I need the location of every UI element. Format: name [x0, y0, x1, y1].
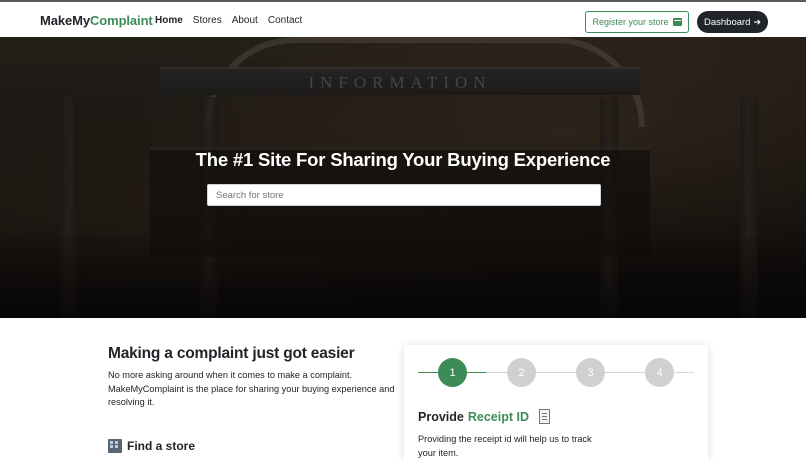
hero-banner: INFORMATION The #1 Site For Sharing Your…	[0, 37, 806, 318]
step-2[interactable]: 2	[507, 358, 536, 387]
dashboard-button[interactable]: Dashboard ➔	[697, 11, 768, 33]
section-heading: Making a complaint just got easier	[108, 345, 355, 362]
step-1[interactable]: 1	[438, 358, 467, 387]
step-title-prefix: Provide	[418, 409, 464, 424]
nav-links: Home Stores About Contact	[155, 15, 302, 26]
hero-overlay	[0, 37, 806, 318]
navbar: MakeMyComplaint Home Stores About Contac…	[0, 2, 806, 37]
building-icon	[108, 439, 122, 453]
register-store-label: Register your store	[592, 17, 669, 27]
nav-link-home[interactable]: Home	[155, 15, 183, 26]
nav-link-about[interactable]: About	[232, 15, 258, 26]
section-description: No more asking around when it comes to m…	[108, 370, 395, 407]
nav-link-contact[interactable]: Contact	[268, 15, 302, 26]
brand-name-part2: Complaint	[89, 13, 153, 28]
sign-in-icon: ➔	[753, 16, 762, 27]
dashboard-label: Dashboard	[703, 16, 751, 28]
register-store-button[interactable]: Register your store	[585, 11, 689, 33]
step-title-accent: Receipt ID	[467, 409, 529, 424]
steps-card: 1 2 3 4 Provide Receipt ID Providing the…	[404, 345, 708, 459]
brand-name-part1: MakeMy	[40, 13, 90, 28]
step-3[interactable]: 3	[576, 358, 605, 387]
find-store-label: Find a store	[127, 439, 196, 453]
receipt-icon	[539, 409, 550, 424]
step-4[interactable]: 4	[645, 358, 674, 387]
store-search-input[interactable]	[207, 184, 601, 206]
hero-title: The #1 Site For Sharing Your Buying Expe…	[195, 149, 611, 170]
find-store-heading[interactable]: Find a store	[108, 439, 195, 453]
step-title: Provide Receipt ID	[418, 409, 550, 424]
brand-logo[interactable]: MakeMyComplaint	[40, 13, 153, 28]
store-icon	[672, 18, 682, 26]
nav-link-stores[interactable]: Stores	[193, 15, 222, 26]
step-description: Providing the receipt id will help us to…	[418, 434, 592, 458]
